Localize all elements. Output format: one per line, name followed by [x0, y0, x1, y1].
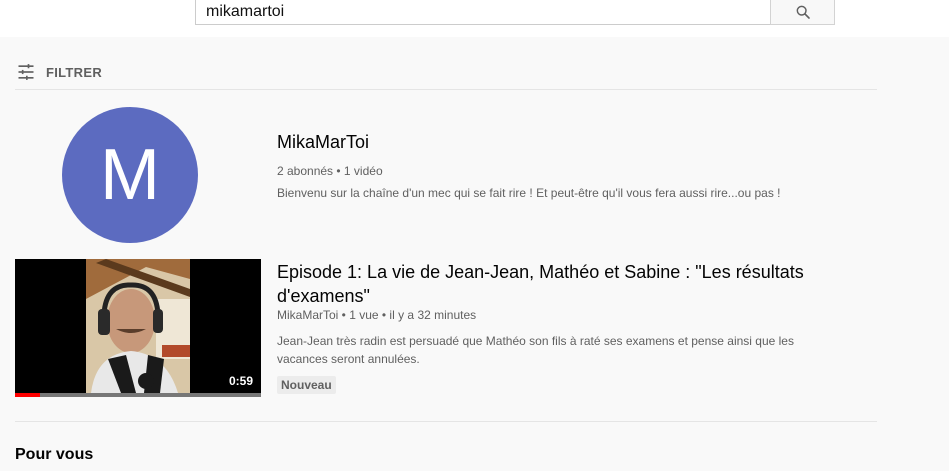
video-title[interactable]: Episode 1: La vie de Jean-Jean, Mathéo e… [277, 260, 837, 308]
new-badge: Nouveau [277, 376, 336, 394]
thumbnail-image [86, 259, 190, 393]
watch-progress-track [15, 393, 261, 397]
avatar-letter: M [100, 135, 160, 215]
watch-progress-fill [15, 393, 40, 397]
channel-avatar[interactable]: M [62, 107, 198, 243]
channel-description: Bienvenu sur la chaîne d'un mec qui se f… [277, 186, 781, 200]
divider [15, 89, 877, 90]
channel-name[interactable]: MikaMarToi [277, 132, 369, 153]
divider [15, 421, 877, 422]
filter-button[interactable]: FILTRER [16, 60, 102, 84]
video-description: Jean-Jean très radin est persuadé que Ma… [277, 334, 794, 366]
search-input[interactable] [195, 0, 770, 25]
video-duration: 0:59 [224, 373, 257, 389]
search-icon [796, 5, 810, 19]
filter-label: FILTRER [46, 64, 103, 80]
video-meta: MikaMarToi • 1 vue • il y a 32 minutes [277, 308, 477, 322]
video-thumbnail[interactable]: 0:59 [15, 259, 261, 397]
section-title: Pour vous [15, 446, 94, 463]
search-button[interactable] [770, 0, 835, 25]
tune-icon [18, 64, 34, 80]
channel-meta: 2 abonnés • 1 vidéo [277, 164, 383, 178]
